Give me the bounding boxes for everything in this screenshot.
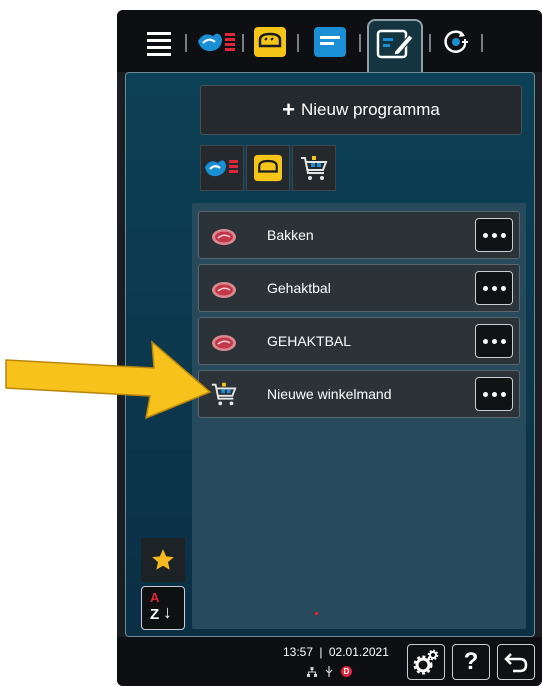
tab-separator [185, 34, 187, 52]
list-item[interactable]: Gehaktbal [198, 264, 520, 312]
list-item-label: Gehaktbal [267, 280, 331, 296]
status-badge: D [341, 666, 352, 677]
top-tab-bar [117, 10, 542, 72]
list-icon [314, 27, 346, 57]
back-arrow-icon [504, 653, 528, 673]
list-item[interactable]: GEHAKTBAL [198, 317, 520, 365]
meat-icon [212, 335, 236, 351]
separator: | [319, 645, 323, 659]
meat-icon [212, 282, 236, 298]
filter-shopping-cart[interactable] [292, 145, 336, 191]
filter-meat-wave[interactable] [200, 145, 244, 191]
network-icon [307, 666, 317, 677]
list-item[interactable]: Bakken [198, 211, 520, 259]
settings-button[interactable] [407, 644, 445, 680]
back-button[interactable] [497, 644, 535, 680]
pointer-arrow [5, 340, 212, 420]
edit-pencil-icon [376, 29, 414, 59]
list-item-label: GEHAKTBAL [267, 333, 352, 349]
more-options-button[interactable] [475, 377, 513, 411]
time: 13:57 [283, 645, 314, 659]
tab-meat-wave[interactable] [195, 24, 239, 60]
sort-az-icon: A Z ↓ [150, 590, 172, 623]
program-list: Bakken Gehaktbal GEHAKTBAL Nieuwe winkel… [192, 203, 526, 629]
refresh-plus-icon [444, 30, 468, 53]
more-options-button[interactable] [475, 271, 513, 305]
usb-icon [325, 666, 333, 677]
filter-bread[interactable] [246, 145, 290, 191]
favorites-button[interactable] [141, 538, 185, 582]
date-time: 13:57 | 02.01.2021 [283, 645, 389, 659]
meat-wave-icon [198, 33, 235, 52]
help-button[interactable]: ? [452, 644, 490, 680]
tab-separator [359, 34, 361, 52]
meat-icon [212, 229, 236, 245]
shopping-cart-icon [301, 156, 328, 180]
bottom-bar: 13:57 | 02.01.2021 D ? [117, 637, 542, 686]
tab-separator [297, 34, 299, 52]
list-item-label: Bakken [267, 227, 314, 243]
shopping-cart-icon [211, 382, 237, 406]
gears-icon [413, 649, 439, 675]
tab-edit[interactable] [367, 19, 423, 72]
more-options-button[interactable] [475, 324, 513, 358]
new-program-button[interactable]: + Nieuw programma [200, 85, 522, 135]
tab-refresh[interactable] [441, 24, 471, 60]
bread-icon [254, 27, 286, 57]
date: 02.01.2021 [328, 645, 389, 659]
list-item-label: Nieuwe winkelmand [267, 386, 392, 402]
meat-wave-icon [205, 160, 238, 177]
new-program-label: Nieuw programma [300, 100, 440, 119]
tab-list[interactable] [313, 24, 347, 60]
tab-separator [429, 34, 431, 52]
plus-icon: + [282, 97, 295, 122]
star-icon [152, 549, 174, 570]
tab-separator [481, 34, 483, 52]
tab-bread[interactable] [253, 24, 287, 60]
bread-icon [254, 154, 282, 182]
list-item[interactable]: Nieuwe winkelmand [198, 370, 520, 418]
indicator-dot [315, 612, 318, 615]
more-options-button[interactable] [475, 218, 513, 252]
tab-separator [242, 34, 244, 52]
hamburger-menu-icon[interactable] [147, 28, 173, 64]
status-icons: D [307, 666, 352, 677]
sort-az-button[interactable]: A Z ↓ [141, 586, 185, 630]
help-icon: ? [463, 648, 479, 675]
